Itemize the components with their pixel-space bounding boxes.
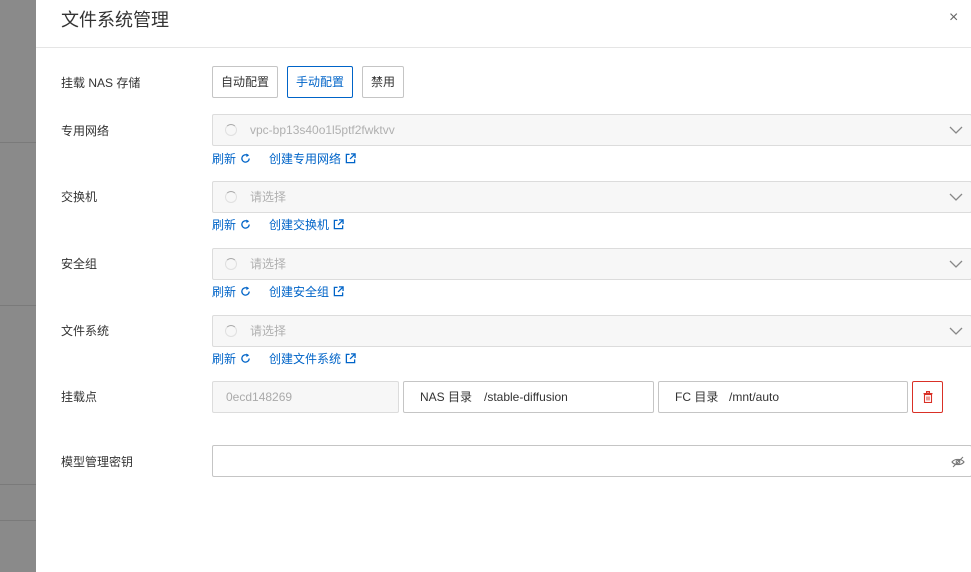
mount-point-label: 挂载点 [61, 390, 98, 404]
refresh-icon[interactable] [240, 353, 251, 364]
model-secret-input[interactable] [212, 445, 971, 477]
file-system-select[interactable]: 请选择 [212, 315, 971, 347]
file-system-label: 文件系统 [61, 324, 110, 338]
vpc-label: 专用网络 [61, 124, 110, 138]
refresh-icon[interactable] [240, 219, 251, 230]
file-system-drawer: 文件系统管理 × 挂载 NAS 存储 自动配置 手动配置 禁用 专用网络 vpc… [36, 0, 971, 572]
close-icon[interactable]: × [949, 8, 965, 28]
fc-directory-input[interactable]: FC 目录 /mnt/auto [658, 381, 908, 413]
loading-spinner-icon [225, 258, 237, 270]
manual-config-button[interactable]: 手动配置 [287, 66, 353, 98]
refresh-icon[interactable] [240, 286, 251, 297]
vpc-select[interactable]: vpc-bp13s40o1l5ptf2fwktvv [212, 114, 971, 146]
file-system-refresh-link[interactable]: 刷新 [212, 352, 236, 366]
page-backdrop[interactable] [0, 0, 36, 572]
vpc-select-value: vpc-bp13s40o1l5ptf2fwktvv [250, 123, 395, 137]
vswitch-actions: 刷新 创建交换机 [212, 216, 344, 233]
security-group-select-placeholder: 请选择 [250, 257, 287, 271]
security-group-label: 安全组 [61, 257, 98, 271]
trash-icon [923, 391, 933, 403]
vswitch-select[interactable]: 请选择 [212, 181, 971, 213]
loading-spinner-icon [225, 325, 237, 337]
backdrop-divider [0, 305, 36, 306]
external-link-icon[interactable] [345, 153, 356, 164]
backdrop-divider [0, 520, 36, 521]
backdrop-divider [0, 142, 36, 143]
external-link-icon[interactable] [333, 219, 344, 230]
create-security-group-link[interactable]: 创建安全组 [269, 285, 329, 299]
eye-off-icon[interactable] [951, 456, 965, 468]
chevron-down-icon [949, 126, 963, 134]
vswitch-refresh-link[interactable]: 刷新 [212, 218, 236, 232]
nas-directory-prefix: NAS 目录 [420, 390, 473, 404]
create-vswitch-link[interactable]: 创建交换机 [269, 218, 329, 232]
model-secret-label: 模型管理密钥 [61, 455, 134, 469]
delete-mount-point-button[interactable] [912, 381, 943, 413]
security-group-refresh-link[interactable]: 刷新 [212, 285, 236, 299]
disable-button[interactable]: 禁用 [362, 66, 404, 98]
file-system-actions: 刷新 创建文件系统 [212, 350, 356, 367]
create-vpc-link[interactable]: 创建专用网络 [269, 152, 341, 166]
mount-point-id-value: 0ecd148269 [226, 390, 293, 404]
create-file-system-link[interactable]: 创建文件系统 [269, 352, 341, 366]
backdrop-divider [0, 484, 36, 485]
vpc-refresh-link[interactable]: 刷新 [212, 152, 236, 166]
fc-directory-prefix: FC 目录 [675, 390, 719, 404]
file-system-select-placeholder: 请选择 [250, 324, 287, 338]
nas-directory-input[interactable]: NAS 目录 /stable-diffusion [403, 381, 654, 413]
drawer-title: 文件系统管理 [61, 10, 169, 30]
fc-directory-value: /mnt/auto [729, 390, 780, 404]
loading-spinner-icon [225, 124, 237, 136]
chevron-down-icon [949, 327, 963, 335]
chevron-down-icon [949, 260, 963, 268]
vswitch-select-placeholder: 请选择 [250, 190, 287, 204]
drawer-header: 文件系统管理 × [36, 0, 971, 48]
nas-directory-value: /stable-diffusion [484, 390, 568, 404]
external-link-icon[interactable] [333, 286, 344, 297]
vswitch-label: 交换机 [61, 190, 98, 204]
mount-nas-label: 挂载 NAS 存储 [61, 76, 141, 90]
security-group-select[interactable]: 请选择 [212, 248, 971, 280]
vpc-actions: 刷新 创建专用网络 [212, 150, 356, 167]
refresh-icon[interactable] [240, 153, 251, 164]
chevron-down-icon [949, 193, 963, 201]
external-link-icon[interactable] [345, 353, 356, 364]
mount-point-id-input[interactable]: 0ecd148269 [212, 381, 399, 413]
security-group-actions: 刷新 创建安全组 [212, 283, 344, 300]
auto-config-button[interactable]: 自动配置 [212, 66, 278, 98]
loading-spinner-icon [225, 191, 237, 203]
